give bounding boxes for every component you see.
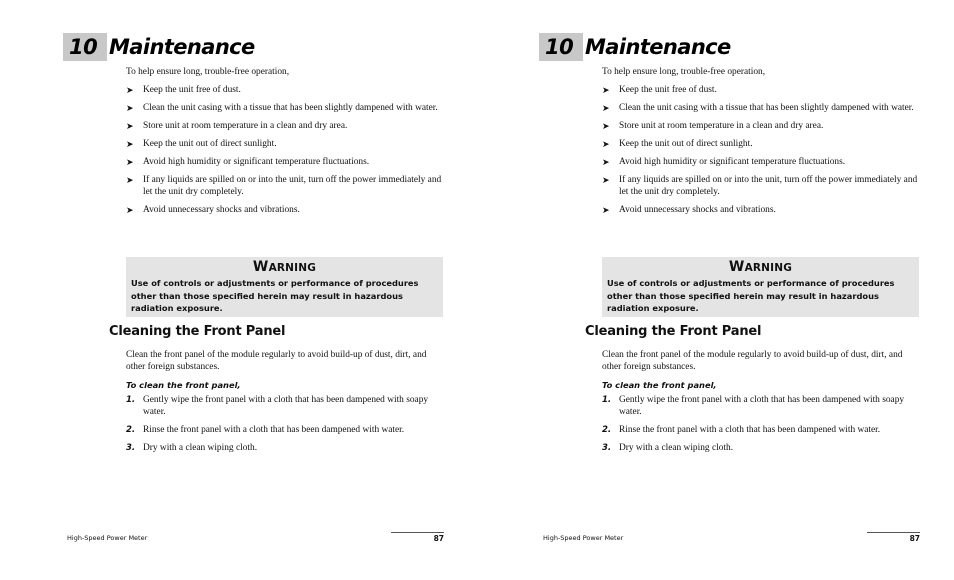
arrow-bullet-icon: ➤ <box>602 140 610 150</box>
step-number: 1. <box>602 395 612 405</box>
bullet-item: ➤ Keep the unit out of direct sunlight. <box>126 138 446 150</box>
arrow-bullet-icon: ➤ <box>126 140 134 150</box>
bullet-text: Store unit at room temperature in a clea… <box>619 121 824 131</box>
section-title: Cleaning the Front Panel <box>585 324 762 339</box>
bullet-text: Clean the unit casing with a tissue that… <box>619 103 914 113</box>
arrow-bullet-icon: ➤ <box>602 122 610 132</box>
cleaning-section: Clean the front panel of the module regu… <box>602 349 924 460</box>
chapter-heading: 10 Maintenance <box>539 33 731 61</box>
arrow-bullet-icon: ➤ <box>126 122 134 132</box>
arrow-bullet-icon: ➤ <box>602 176 610 186</box>
step-text: Gently wipe the front panel with a cloth… <box>143 395 429 417</box>
warning-text: Use of controls or adjustments or perfor… <box>131 278 419 313</box>
chapter-title: Maintenance <box>109 35 255 59</box>
footer-page-number: 87 <box>433 534 444 543</box>
bullet-text: Clean the unit casing with a tissue that… <box>143 103 438 113</box>
footer-product-name: High-Speed Power Meter <box>543 534 624 542</box>
maintenance-intro: To help ensure long, trouble-free operat… <box>602 66 922 222</box>
procedure-title: To clean the front panel, <box>126 380 241 390</box>
arrow-bullet-icon: ➤ <box>126 206 134 216</box>
step-number: 3. <box>602 443 612 453</box>
arrow-bullet-icon: ➤ <box>602 206 610 216</box>
procedure-title: To clean the front panel, <box>602 380 717 390</box>
bullet-item: ➤ Clean the unit casing with a tissue tha… <box>602 102 922 114</box>
bullet-text: Avoid high humidity or significant tempe… <box>619 157 846 167</box>
footer-rule <box>391 532 444 533</box>
warning-title: WARNING <box>252 259 317 275</box>
bullet-item: ➤ Avoid high humidity or significant temp… <box>602 156 922 168</box>
step-text: Dry with a clean wiping cloth. <box>619 443 734 453</box>
step-text: Rinse the front panel with a cloth that … <box>619 425 881 435</box>
bullet-text: Store unit at room temperature in a clea… <box>143 121 348 131</box>
section-body-text: Clean the front panel of the module regu… <box>602 350 903 372</box>
arrow-bullet-icon: ➤ <box>602 86 610 96</box>
step-item: 2. Rinse the front panel with a cloth tha… <box>602 424 924 436</box>
bullet-item: ➤ Keep the unit free of dust. <box>602 84 922 96</box>
bullet-text: Avoid unnecessary shocks and vibrations. <box>619 205 776 215</box>
bullet-text: Keep the unit out of direct sunlight. <box>619 139 753 149</box>
step-item: 1. Gently wipe the front panel with a clo… <box>126 394 448 418</box>
bullet-item: ➤ Avoid unnecessary shocks and vibrations… <box>126 204 446 216</box>
chapter-title: Maintenance <box>585 35 731 59</box>
arrow-bullet-icon: ➤ <box>126 158 134 168</box>
bullet-item: ➤ If any liquids are spilled on or into t… <box>602 174 922 198</box>
arrow-bullet-icon: ➤ <box>126 176 134 186</box>
chapter-number: 10 <box>539 33 583 61</box>
bullet-item: ➤ Clean the unit casing with a tissue tha… <box>126 102 446 114</box>
bullet-text: Avoid unnecessary shocks and vibrations. <box>143 205 300 215</box>
bullet-item: ➤ If any liquids are spilled on or into t… <box>126 174 446 198</box>
bullet-text: Avoid high humidity or significant tempe… <box>143 157 370 167</box>
step-number: 2. <box>602 425 612 435</box>
footer-rule <box>867 532 920 533</box>
chapter-heading: 10 Maintenance <box>63 33 255 61</box>
step-number: 2. <box>126 425 136 435</box>
bullet-text: Keep the unit free of dust. <box>619 85 717 95</box>
bullet-text: Keep the unit free of dust. <box>143 85 241 95</box>
section-body-text: Clean the front panel of the module regu… <box>126 350 427 372</box>
warning-box: WARNING Use of controls or adjustments o… <box>126 257 443 317</box>
step-item: 1. Gently wipe the front panel with a clo… <box>602 394 924 418</box>
procedure-steps: 1. Gently wipe the front panel with a clo… <box>126 394 448 454</box>
step-item: 3. Dry with a clean wiping cloth. <box>126 442 448 454</box>
arrow-bullet-icon: ➤ <box>602 104 610 114</box>
manual-page-right: 10 Maintenance To help ensure long, trou… <box>476 0 953 580</box>
bullet-text: If any liquids are spilled on or into th… <box>143 175 442 197</box>
arrow-bullet-icon: ➤ <box>602 158 610 168</box>
bullet-item: ➤ Avoid high humidity or significant temp… <box>126 156 446 168</box>
step-number: 1. <box>126 395 136 405</box>
footer-product-name: High-Speed Power Meter <box>67 534 148 542</box>
arrow-bullet-icon: ➤ <box>126 104 134 114</box>
section-title: Cleaning the Front Panel <box>109 324 286 339</box>
cleaning-section: Clean the front panel of the module regu… <box>126 349 448 460</box>
manual-page-left: 10 Maintenance To help ensure long, trou… <box>0 0 477 580</box>
bullet-item: ➤ Store unit at room temperature in a cle… <box>126 120 446 132</box>
bullet-item: ➤ Store unit at room temperature in a cle… <box>602 120 922 132</box>
maintenance-bullet-list: ➤ Keep the unit free of dust. ➤ Clean the … <box>126 84 446 216</box>
arrow-bullet-icon: ➤ <box>126 86 134 96</box>
bullet-item: ➤ Avoid unnecessary shocks and vibrations… <box>602 204 922 216</box>
step-text: Rinse the front panel with a cloth that … <box>143 425 405 435</box>
step-item: 2. Rinse the front panel with a cloth tha… <box>126 424 448 436</box>
warning-title: WARNING <box>728 259 793 275</box>
procedure-steps: 1. Gently wipe the front panel with a clo… <box>602 394 924 454</box>
bullet-item: ➤ Keep the unit out of direct sunlight. <box>602 138 922 150</box>
maintenance-bullet-list: ➤ Keep the unit free of dust. ➤ Clean the … <box>602 84 922 216</box>
warning-text: Use of controls or adjustments or perfor… <box>607 278 895 313</box>
intro-text: To help ensure long, trouble-free operat… <box>126 67 290 77</box>
maintenance-intro: To help ensure long, trouble-free operat… <box>126 66 446 222</box>
chapter-number: 10 <box>63 33 107 61</box>
bullet-text: If any liquids are spilled on or into th… <box>619 175 918 197</box>
bullet-text: Keep the unit out of direct sunlight. <box>143 139 277 149</box>
bullet-item: ➤ Keep the unit free of dust. <box>126 84 446 96</box>
step-text: Dry with a clean wiping cloth. <box>143 443 258 453</box>
footer-page-number: 87 <box>909 534 920 543</box>
warning-box: WARNING Use of controls or adjustments o… <box>602 257 919 317</box>
step-number: 3. <box>126 443 136 453</box>
step-text: Gently wipe the front panel with a cloth… <box>619 395 905 417</box>
intro-text: To help ensure long, trouble-free operat… <box>602 67 766 77</box>
step-item: 3. Dry with a clean wiping cloth. <box>602 442 924 454</box>
